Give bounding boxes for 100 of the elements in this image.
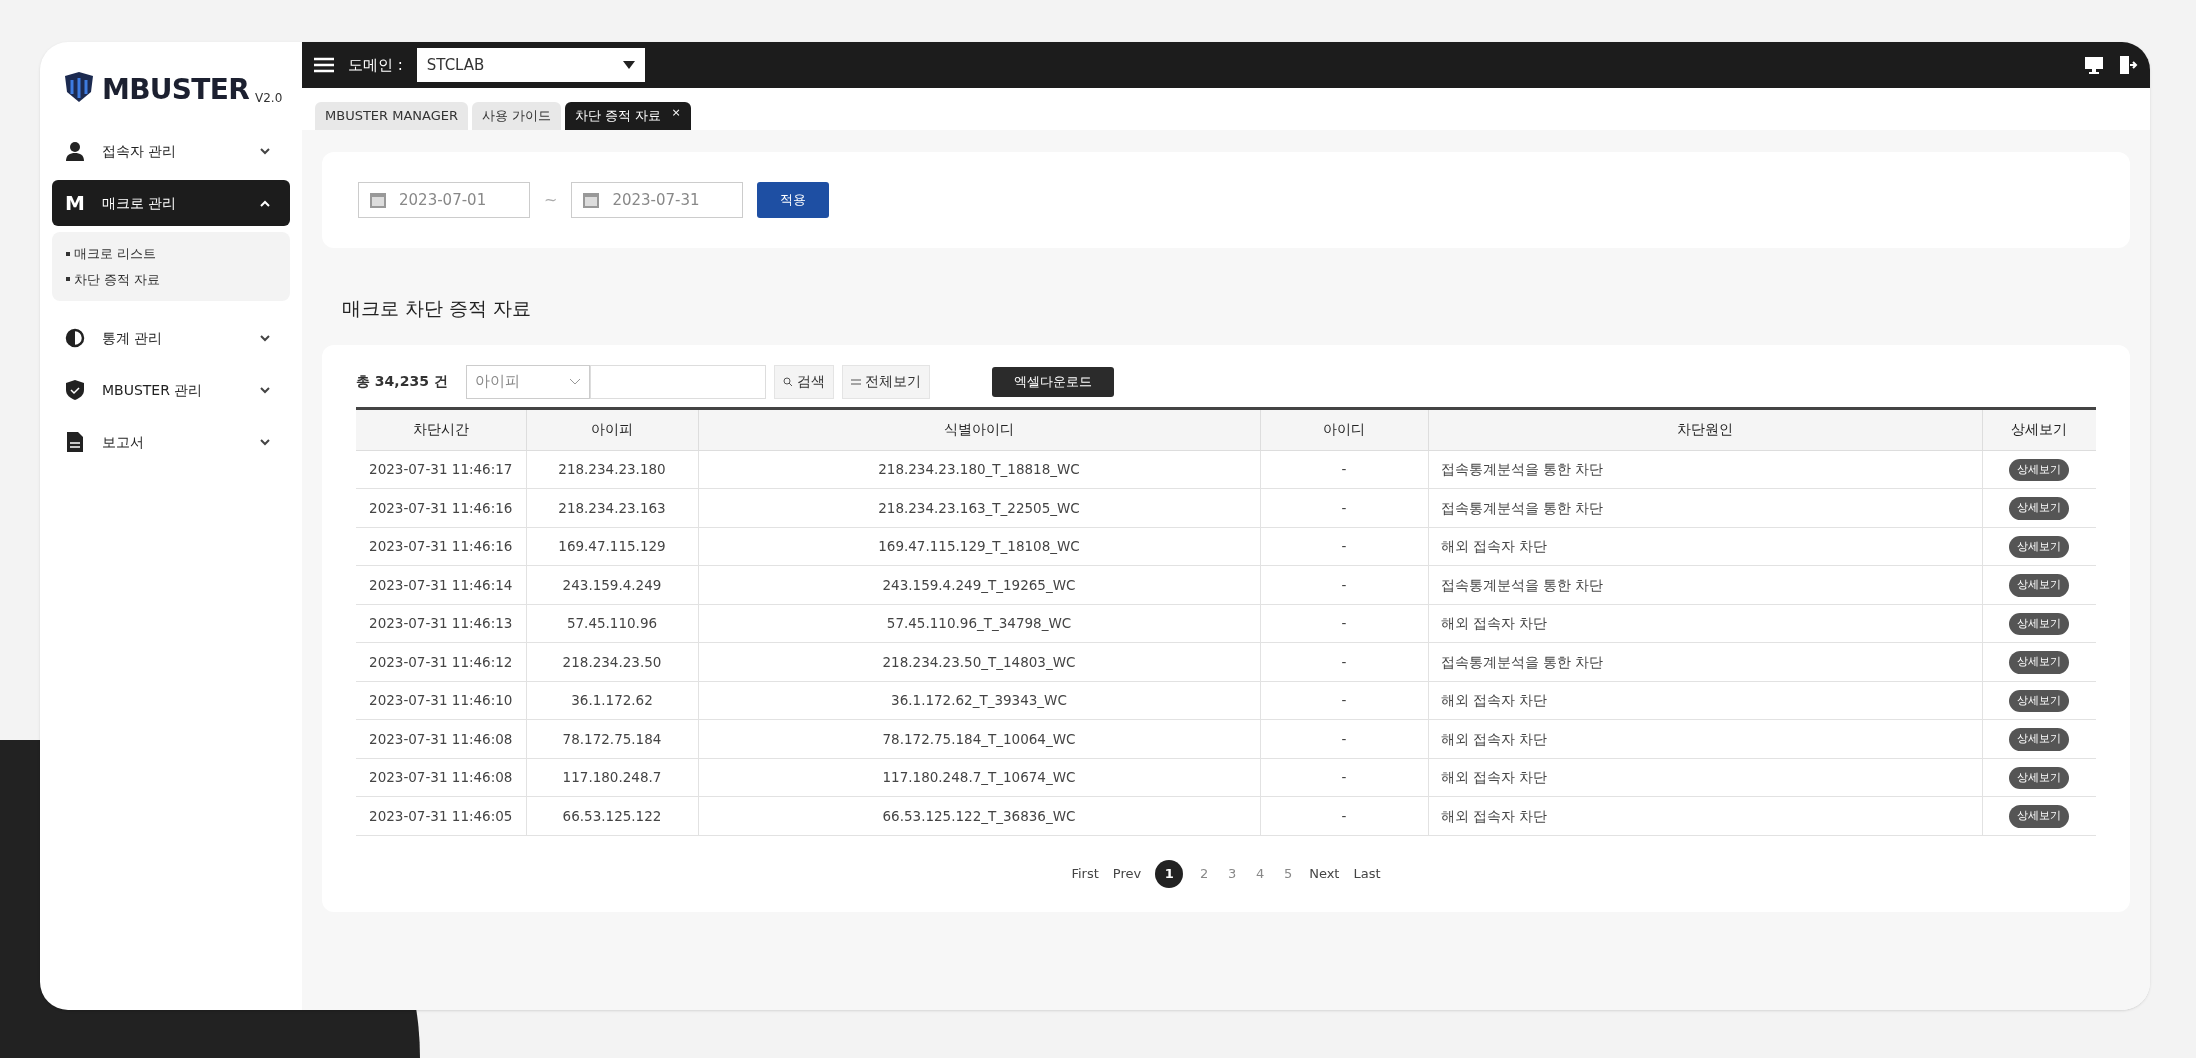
table-cell: 해외 접속자 차단 <box>1428 719 1982 758</box>
sidebar-item[interactable]: 통계 관리 <box>52 315 290 361</box>
show-all-button[interactable]: 전체보기 <box>841 364 930 399</box>
table-cell: 해외 접속자 차단 <box>1428 527 1982 566</box>
dropdown-arrow-icon <box>622 61 635 69</box>
table-cell: 접속통계분석을 통한 차단 <box>1428 488 1982 527</box>
table-cell: 66.53.125.122 <box>526 796 698 835</box>
logo-icon <box>62 70 96 104</box>
column-header: 식별아이디 <box>698 408 1260 450</box>
column-header: 상세보기 <box>1982 408 2096 450</box>
page-link[interactable]: 5 <box>1281 863 1296 884</box>
detail-button[interactable]: 상세보기 <box>2009 651 2070 674</box>
table-cell: - <box>1260 796 1428 835</box>
sidebar-item[interactable]: 접속자 관리 <box>52 128 290 174</box>
table-cell: 218.234.23.180_T_18818_WC <box>698 450 1260 489</box>
sidebar-item[interactable]: MBUSTER 관리 <box>52 367 290 413</box>
column-header: 아이디 <box>1260 408 1428 450</box>
chevron-icon <box>260 438 270 446</box>
monitor-icon[interactable] <box>2084 56 2104 74</box>
sidebar-item[interactable]: 보고서 <box>52 419 290 465</box>
last-page-link[interactable]: Last <box>1353 863 1381 884</box>
logout-icon[interactable] <box>2118 55 2138 75</box>
table-cell: 2023-07-31 11:46:16 <box>356 527 526 566</box>
bullet-icon <box>66 251 70 256</box>
detail-button[interactable]: 상세보기 <box>2009 805 2070 828</box>
filter-select[interactable]: 아이피 <box>465 364 590 399</box>
search-button[interactable]: 검색 <box>773 364 834 399</box>
calendar-icon <box>582 191 601 209</box>
table-cell: 78.172.75.184_T_10064_WC <box>698 719 1260 758</box>
detail-button[interactable]: 상세보기 <box>2009 766 2070 789</box>
table-cell: - <box>1260 450 1428 489</box>
sidebar-item[interactable]: M 매크로 관리 <box>52 180 290 226</box>
table-cell: 접속통계분석을 통한 차단 <box>1428 450 1982 489</box>
excel-download-button[interactable]: 엑셀다운로드 <box>991 366 1114 397</box>
menu-icon[interactable] <box>314 57 334 73</box>
table-cell: 해외 접속자 차단 <box>1428 796 1982 835</box>
table-cell: 66.53.125.122_T_36836_WC <box>698 796 1260 835</box>
search-input[interactable] <box>589 364 766 399</box>
table-cell: 해외 접속자 차단 <box>1428 681 1982 720</box>
close-icon[interactable]: × <box>671 105 681 122</box>
table-cell: 169.47.115.129_T_18108_WC <box>698 527 1260 566</box>
page-link[interactable]: 1 <box>1155 859 1184 888</box>
table-cell: - <box>1260 681 1428 720</box>
tab[interactable]: 사용 가이드 <box>472 102 562 130</box>
table-cell: 117.180.248.7 <box>526 758 698 797</box>
submenu-item[interactable]: 매크로 리스트 <box>74 244 157 264</box>
prev-page-link[interactable]: Prev <box>1112 863 1142 884</box>
domain-select[interactable]: STCLAB <box>416 48 645 82</box>
table-cell: 접속통계분석을 통한 차단 <box>1428 565 1982 604</box>
table-cell: 218.234.23.50 <box>526 642 698 681</box>
page-link[interactable]: 3 <box>1225 863 1240 884</box>
table-cell: 2023-07-31 11:46:14 <box>356 565 526 604</box>
end-date-field[interactable]: 2023-07-31 <box>571 182 744 218</box>
table-cell: 57.45.110.96 <box>526 604 698 643</box>
table-cell: - <box>1260 527 1428 566</box>
detail-button[interactable]: 상세보기 <box>2009 535 2070 558</box>
range-separator: ~ <box>544 189 558 211</box>
column-header: 차단시간 <box>356 408 526 450</box>
table-cell: 접속통계분석을 통한 차단 <box>1428 642 1982 681</box>
detail-button[interactable]: 상세보기 <box>2009 497 2070 520</box>
table-cell: 2023-07-31 11:46:16 <box>356 488 526 527</box>
detail-button[interactable]: 상세보기 <box>2009 689 2070 712</box>
version-label: V2.0 <box>255 92 283 104</box>
table-cell: 243.159.4.249 <box>526 565 698 604</box>
table-cell: - <box>1260 604 1428 643</box>
user-icon <box>65 141 85 161</box>
submenu-item[interactable]: 차단 증적 자료 <box>74 269 161 289</box>
tab[interactable]: MBUSTER MANAGER <box>315 102 469 130</box>
document-icon <box>67 432 83 452</box>
chevron-icon <box>260 386 270 394</box>
pie-chart-icon <box>65 328 85 348</box>
first-page-link[interactable]: First <box>1071 863 1099 884</box>
table-cell: - <box>1260 642 1428 681</box>
next-page-link[interactable]: Next <box>1309 863 1340 884</box>
table-cell: 78.172.75.184 <box>526 719 698 758</box>
table-cell: 2023-07-31 11:46:10 <box>356 681 526 720</box>
table-cell: - <box>1260 565 1428 604</box>
chevron-icon <box>260 199 270 207</box>
apply-button[interactable]: 적용 <box>757 182 830 218</box>
domain-label: 도메인 : <box>348 54 403 76</box>
column-header: 아이피 <box>526 408 698 450</box>
brand-name: MBUSTER <box>102 76 249 104</box>
table-cell: 36.1.172.62_T_39343_WC <box>698 681 1260 720</box>
column-header: 차단원인 <box>1428 408 1982 450</box>
table-cell: 2023-07-31 11:46:17 <box>356 450 526 489</box>
detail-button[interactable]: 상세보기 <box>2009 612 2070 635</box>
table-cell: 36.1.172.62 <box>526 681 698 720</box>
page-link[interactable]: 2 <box>1197 863 1212 884</box>
table-cell: - <box>1260 488 1428 527</box>
detail-button[interactable]: 상세보기 <box>2009 574 2070 597</box>
shield-icon <box>66 380 84 400</box>
detail-button[interactable]: 상세보기 <box>2009 458 2070 481</box>
tab[interactable]: 차단 증적 자료 × <box>565 102 691 130</box>
table-cell: - <box>1260 758 1428 797</box>
page-link[interactable]: 4 <box>1253 863 1268 884</box>
letter-icon: M <box>65 193 85 213</box>
table-cell: - <box>1260 719 1428 758</box>
table-cell: 2023-07-31 11:46:05 <box>356 796 526 835</box>
detail-button[interactable]: 상세보기 <box>2009 728 2070 751</box>
start-date-field[interactable]: 2023-07-01 <box>358 182 530 218</box>
